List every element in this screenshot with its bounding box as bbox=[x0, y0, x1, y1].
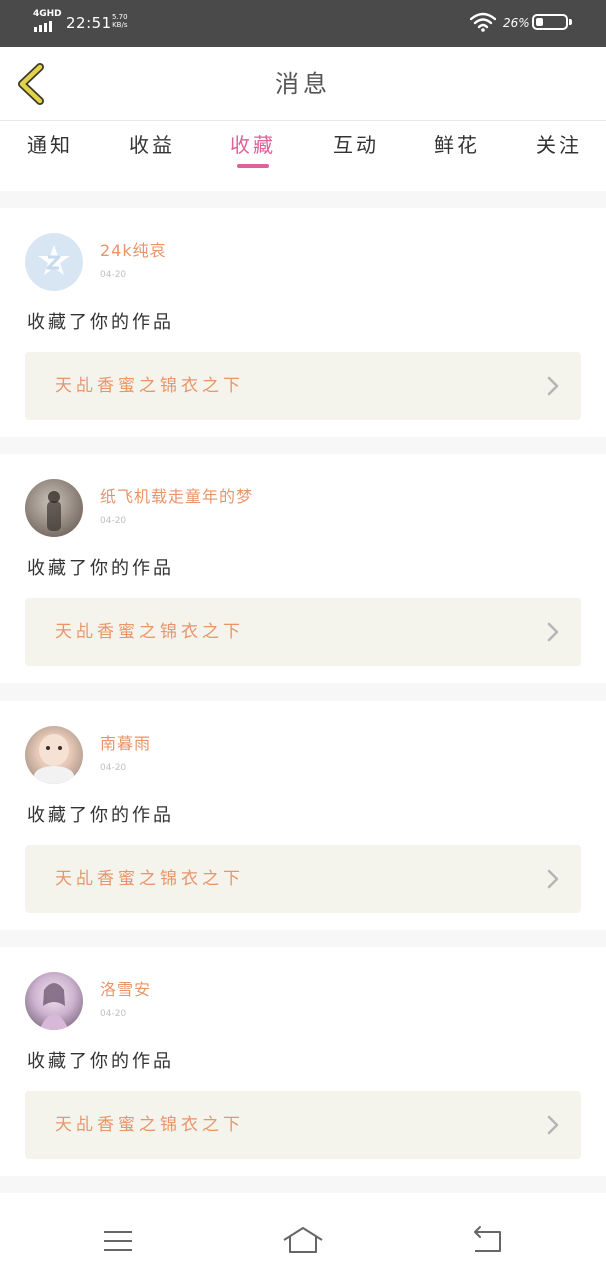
battery-percent: 26% bbox=[503, 16, 530, 30]
status-bar: 4GHD 22:51 5.70 KB/s 26% bbox=[0, 0, 606, 47]
tab-flowers[interactable]: 鲜花 bbox=[431, 130, 483, 178]
message-time: 04-20 bbox=[100, 763, 127, 773]
work-link[interactable]: 天乩香蜜之锦衣之下 bbox=[25, 1091, 581, 1159]
chevron-right-icon bbox=[547, 622, 559, 642]
user-name[interactable]: 24k纯哀 bbox=[100, 241, 167, 261]
menu-icon bbox=[104, 1231, 132, 1251]
user-name[interactable]: 纸飞机载走童年的梦 bbox=[100, 487, 253, 507]
action-text: 收藏了你的作品 bbox=[27, 1051, 174, 1072]
system-nav-bar bbox=[0, 1193, 606, 1280]
active-tab-indicator bbox=[237, 164, 269, 168]
work-link[interactable]: 天乩香蜜之锦衣之下 bbox=[25, 845, 581, 913]
work-title: 天乩香蜜之锦衣之下 bbox=[55, 376, 244, 396]
chevron-right-icon bbox=[547, 1115, 559, 1135]
work-link[interactable]: 天乩香蜜之锦衣之下 bbox=[25, 598, 581, 666]
network-speed: 5.70 KB/s bbox=[112, 13, 128, 29]
user-name[interactable]: 洛雪安 bbox=[100, 980, 151, 1000]
message-card: 南暮雨 04-20 收藏了你的作品 天乩香蜜之锦衣之下 bbox=[0, 701, 606, 930]
network-speed-unit: KB/s bbox=[112, 21, 128, 29]
message-card: 24k纯哀 04-20 收藏了你的作品 天乩香蜜之锦衣之下 bbox=[0, 208, 606, 437]
avatar-photo bbox=[39, 983, 69, 1030]
work-title: 天乩香蜜之锦衣之下 bbox=[55, 622, 244, 642]
message-time: 04-20 bbox=[100, 516, 127, 526]
tab-earnings[interactable]: 收益 bbox=[126, 130, 178, 178]
avatar[interactable] bbox=[25, 726, 83, 784]
avatar[interactable] bbox=[25, 233, 83, 291]
menu-button[interactable] bbox=[96, 1219, 140, 1263]
network-type: 4GHD bbox=[33, 9, 62, 19]
work-link[interactable]: 天乩香蜜之锦衣之下 bbox=[25, 352, 581, 420]
tab-label: 收益 bbox=[129, 133, 175, 157]
tab-label: 关注 bbox=[536, 133, 582, 157]
tab-label: 互动 bbox=[333, 133, 379, 157]
message-card: 纸飞机载走童年的梦 04-20 收藏了你的作品 天乩香蜜之锦衣之下 bbox=[0, 454, 606, 683]
return-icon bbox=[474, 1226, 501, 1252]
header: 消息 bbox=[0, 47, 606, 121]
chevron-right-icon bbox=[547, 869, 559, 889]
battery-tip bbox=[569, 19, 572, 25]
avatar-photo bbox=[47, 491, 61, 531]
battery-icon bbox=[532, 14, 568, 30]
network-speed-value: 5.70 bbox=[112, 13, 128, 21]
tab-follows[interactable]: 关注 bbox=[533, 130, 585, 178]
home-button[interactable] bbox=[281, 1219, 325, 1263]
return-button[interactable] bbox=[466, 1219, 510, 1263]
avatar-photo bbox=[34, 734, 74, 784]
avatar[interactable] bbox=[25, 972, 83, 1030]
home-icon bbox=[283, 1227, 323, 1253]
chevron-right-icon bbox=[547, 376, 559, 396]
action-text: 收藏了你的作品 bbox=[27, 805, 174, 826]
work-title: 天乩香蜜之锦衣之下 bbox=[55, 1115, 244, 1135]
avatar[interactable] bbox=[25, 479, 83, 537]
action-text: 收藏了你的作品 bbox=[27, 312, 174, 333]
message-card: 洛雪安 04-20 收藏了你的作品 天乩香蜜之锦衣之下 bbox=[0, 947, 606, 1176]
status-time: 22:51 bbox=[66, 14, 112, 32]
tab-label: 通知 bbox=[27, 133, 73, 157]
message-time: 04-20 bbox=[100, 270, 127, 280]
page-title: 消息 bbox=[275, 70, 331, 98]
default-avatar-icon bbox=[38, 245, 70, 275]
battery-level bbox=[536, 18, 543, 26]
tab-interactions[interactable]: 互动 bbox=[330, 130, 382, 178]
work-title: 天乩香蜜之锦衣之下 bbox=[55, 869, 244, 889]
signal-icon bbox=[34, 21, 52, 32]
wifi-icon bbox=[470, 12, 496, 32]
action-text: 收藏了你的作品 bbox=[27, 558, 174, 579]
tab-notifications[interactable]: 通知 bbox=[24, 130, 76, 178]
tab-label: 收藏 bbox=[230, 133, 276, 157]
tab-favorites[interactable]: 收藏 bbox=[227, 130, 279, 178]
tab-label: 鲜花 bbox=[434, 133, 480, 157]
message-time: 04-20 bbox=[100, 1009, 127, 1019]
user-name[interactable]: 南暮雨 bbox=[100, 734, 151, 754]
tab-bar: 通知 收益 收藏 互动 鲜花 关注 bbox=[0, 121, 606, 191]
